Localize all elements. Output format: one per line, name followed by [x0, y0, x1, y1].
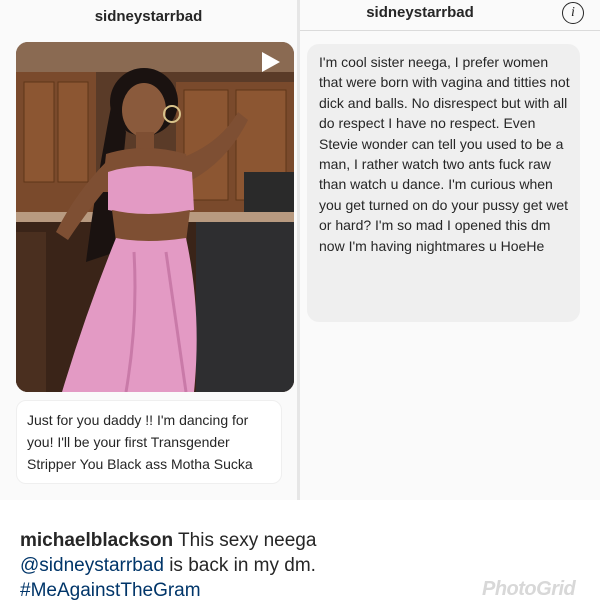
post-text: This sexy neega [173, 530, 317, 551]
left-username-header[interactable]: sidneystarrbad [0, 8, 297, 25]
post-text-after-mention: is back in my dm. [163, 555, 316, 576]
right-username-header[interactable]: sidneystarrbad [300, 4, 540, 21]
post-mention[interactable]: @sidneystarrbad [20, 555, 164, 576]
right-message-bubble: I'm cool sister neega, I prefer women th… [307, 44, 580, 322]
photo-illustration [16, 42, 294, 392]
left-message-bubble: Just for you daddy !! I'm dancing for yo… [16, 400, 282, 484]
play-icon[interactable] [262, 52, 280, 72]
info-icon[interactable]: i [562, 2, 584, 24]
header-divider [300, 30, 600, 31]
post-caption: michaelblackson This sexy neega @sidneys… [20, 528, 460, 603]
watermark-logo: PhotoGrid [482, 578, 576, 600]
post-hashtag[interactable]: #MeAgainstTheGram [20, 578, 460, 603]
shared-video-thumbnail[interactable] [16, 42, 294, 392]
post-username[interactable]: michaelblackson [20, 530, 173, 551]
panel-divider [297, 0, 300, 500]
